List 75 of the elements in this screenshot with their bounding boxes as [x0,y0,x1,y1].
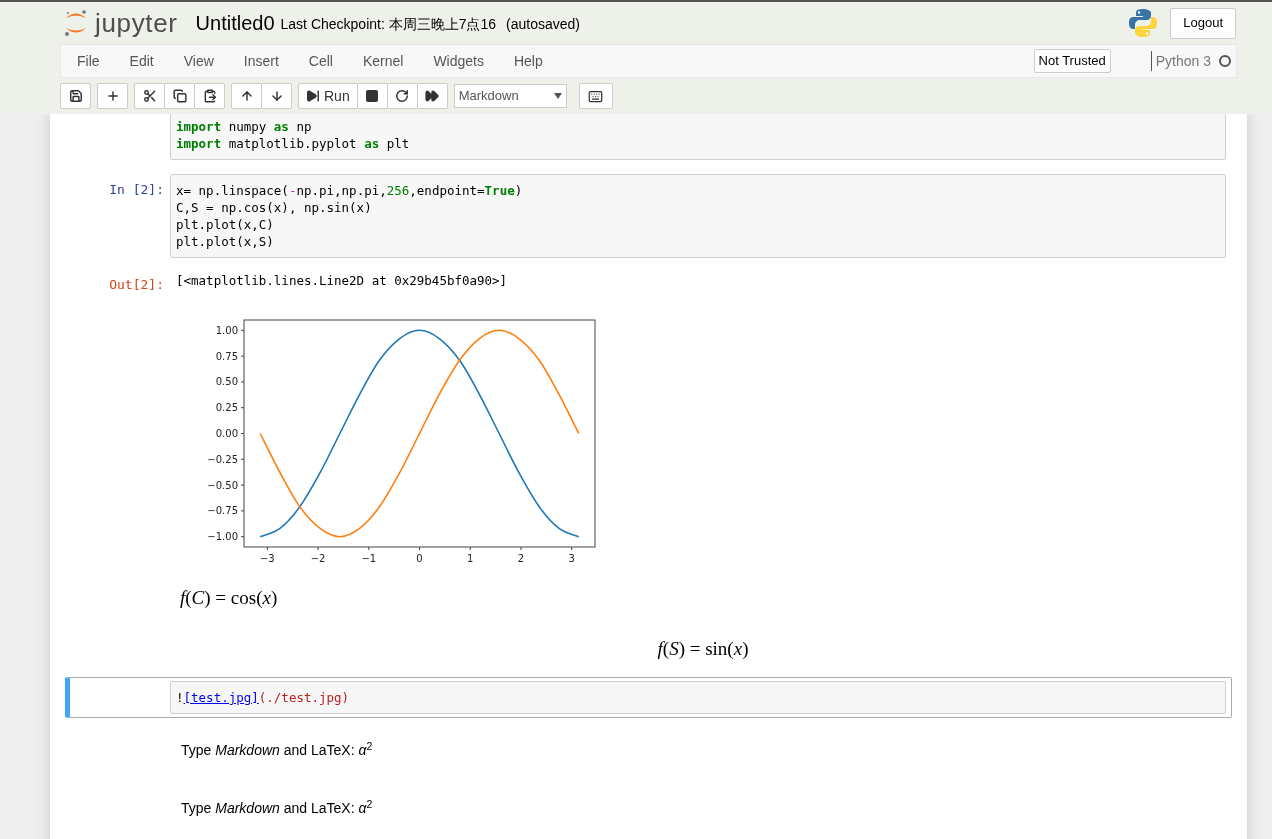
menu-item[interactable]: Widgets [418,50,499,72]
fast-forward-icon [425,89,440,103]
dropdown-caret-icon [553,93,562,99]
code-line: ![test.jpg](./test.jpg) [176,689,350,706]
save-button[interactable] [60,83,91,109]
move-down-button[interactable] [261,83,292,109]
math-formula: f(C) = cos(x) [180,586,278,610]
x-tick-label: −2 [310,553,326,564]
x-tick-label: −1 [361,553,377,564]
x-tick-label: 2 [517,553,525,564]
x-tick-label: −3 [259,553,275,564]
cut-button[interactable] [134,83,165,109]
math-formula: f(S) = sin(x) [657,636,749,661]
y-tick-label: 0.00 [215,428,238,439]
menu-item[interactable]: File [62,50,115,72]
move-up-button[interactable] [231,83,262,109]
autosave-status: (autosaved) [506,15,580,34]
code-line: C,S = np.cos(x), np.sin(x) [176,199,372,216]
save-icon [68,89,83,103]
paste-button[interactable] [194,83,225,109]
menu-item[interactable]: Cell [293,50,348,72]
output-text: [<matplotlib.lines.Line2D at 0x29b45bf0a90>] [176,272,508,290]
jupyter-wordmark[interactable]: jupyter [95,10,178,36]
jupyter-logo-icon [63,8,89,38]
y-tick-label: 0.75 [215,350,238,362]
menu-item[interactable]: View [168,50,229,72]
insert-cell-button[interactable] [97,83,128,109]
menu-item[interactable]: Insert [228,50,294,72]
keyboard-shortcuts-button[interactable] [578,83,613,109]
x-tick-label: 1 [467,553,474,564]
plus-icon [105,89,120,103]
x-tick-label: 3 [568,553,575,564]
code-line: plt.plot(x,C) [176,216,274,233]
menu-item[interactable]: Help [498,50,558,72]
code-input[interactable]: x= np.linspace(-np.pi,np.pi,256,endpoint=True) C,S = np.cos(x), np.sin(x) plt.plot(x,C) plt.plot(x,S) [170,174,1226,258]
step-forward-icon [306,89,320,103]
code-line: import numpy as np [176,118,312,135]
code-line: x= np.linspace(-np.pi,np.pi,256,endpoint=True) [176,182,523,199]
input-prompt: In [2]: [109,181,164,198]
code-line: import matplotlib.pyplot as plt [176,135,410,152]
y-tick-label: 1.00 [215,324,238,336]
y-tick-label: −0.50 [207,479,238,491]
cell-type-select[interactable]: Markdown [453,84,567,108]
code-input[interactable]: import numpy as np import matplotlib.pyplot as plt [170,114,1226,160]
checkpoint-status: Last Checkpoint: 本周三晚上7点16 [280,15,497,34]
run-all-button[interactable] [416,83,448,109]
code-line: plt.plot(x,S) [176,233,274,250]
keyboard-icon [588,88,604,104]
menu-item[interactable]: Edit [114,50,169,72]
y-tick-label: −0.25 [207,453,238,465]
run-button[interactable]: Run [298,83,358,109]
code-input[interactable]: ![test.jpg](./test.jpg) [170,681,1226,714]
trust-indicator[interactable]: Not Trusted [1033,49,1111,73]
x-tick-label: 0 [416,553,423,564]
y-tick-label: 0.25 [215,402,238,414]
output-prompt: Out[2]: [109,277,164,292]
copy-button[interactable] [164,83,195,109]
stop-icon [365,89,380,103]
y-tick-label: −0.75 [207,505,238,517]
restart-button[interactable] [386,83,418,109]
refresh-icon [395,89,410,103]
kernel-name: Python 3 [1155,51,1211,71]
copy-icon [172,89,187,103]
arrow-down-icon [269,89,284,103]
interrupt-button[interactable] [356,83,388,109]
logout-button[interactable]: Logout [1170,7,1236,39]
scissors-icon [142,89,157,103]
y-tick-label: −1.00 [207,531,238,543]
clipboard-icon [202,89,217,103]
y-tick-label: 0.50 [215,376,238,388]
markdown-text: Type Markdown and LaTeX: α$^{2}$ [181,800,373,816]
markdown-text: Type Markdown and LaTeX: α$^{2}$ [181,742,373,758]
python-logo-icon [1128,8,1159,38]
menu-item[interactable]: Kernel [347,50,419,72]
notebook-name[interactable]: Untitled0 [195,8,275,38]
